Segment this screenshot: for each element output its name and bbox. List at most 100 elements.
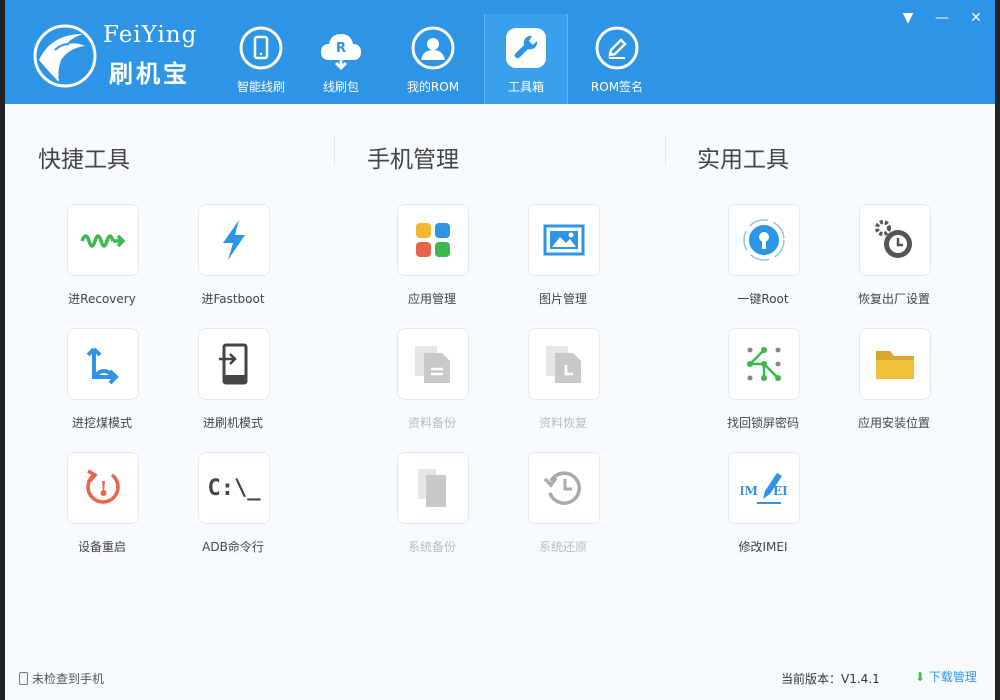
tool-image-manage[interactable]: 图片管理 [508, 204, 618, 314]
tool-label: 系统还原 [498, 538, 628, 555]
tool-data-restore[interactable]: 资料恢复 [508, 328, 618, 438]
tool-label: 修改IMEI [698, 538, 828, 555]
tool-icon-box [397, 204, 469, 276]
tool-icon-box [859, 204, 931, 276]
tool-label: 资料备份 [367, 414, 497, 431]
gear-clock-icon [872, 217, 918, 263]
download-icon: ⬇ [915, 670, 925, 684]
user-icon [409, 24, 457, 72]
nav-label: ROM签名 [575, 78, 659, 95]
app-logo: FeiYing 刷机宝 [31, 20, 231, 90]
nav-smart-flash[interactable]: 智能线刷 [219, 14, 303, 102]
nav-label: 我的ROM [391, 78, 475, 95]
tool-label: 恢复出厂设置 [829, 290, 959, 307]
wrench-icon [502, 24, 550, 72]
tool-label: 进Recovery [37, 290, 167, 307]
download-label: 下载管理 [929, 670, 977, 684]
tool-icon-box [198, 204, 270, 276]
nav-toolbox[interactable]: 工具箱 [484, 14, 568, 104]
arrow-icon [80, 341, 126, 387]
tool-label: 进刷机模式 [168, 414, 298, 431]
tool-label: 进Fastboot [168, 290, 298, 307]
tool-label: 应用安装位置 [829, 414, 959, 431]
nav-label: 工具箱 [485, 78, 567, 95]
tool-label: ADB命令行 [168, 538, 298, 555]
tool-lock-password[interactable]: 找回锁屏密码 [708, 328, 818, 438]
tool-label: 一键Root [698, 290, 828, 307]
nav-rom-sign[interactable]: ROM签名 [575, 14, 659, 102]
download-manager-link[interactable]: ⬇ 下载管理 [915, 668, 977, 685]
tool-icon-box [728, 328, 800, 400]
column-title-utilities: 实用工具 [697, 140, 789, 174]
column-title-quick-tools: 快捷工具 [38, 140, 130, 174]
imei-pen-icon: IM EI [741, 465, 787, 511]
minimize-button[interactable]: — [931, 8, 953, 28]
version-text: 当前版本：V1.4.1 [781, 670, 880, 687]
tool-reboot[interactable]: 设备重启 [47, 452, 157, 562]
system-backup-icon [410, 465, 456, 511]
tool-factory-reset[interactable]: 恢复出厂设置 [839, 204, 949, 314]
tool-label: 资料恢复 [498, 414, 628, 431]
tool-install-location[interactable]: 应用安装位置 [839, 328, 949, 438]
lightning-icon [211, 217, 257, 263]
nav-label: 线刷包 [299, 78, 383, 95]
phone-refresh-icon [237, 24, 285, 72]
nav-my-rom[interactable]: 我的ROM [391, 14, 475, 102]
svg-text:R: R [336, 41, 346, 56]
logo-text-en: FeiYing [103, 22, 197, 48]
tool-system-backup[interactable]: 系统备份 [377, 452, 487, 562]
tool-label: 图片管理 [498, 290, 628, 307]
tool-data-backup[interactable]: 资料备份 [377, 328, 487, 438]
folder-icon [872, 341, 918, 387]
restart-icon [80, 465, 126, 511]
tool-modify-imei[interactable]: IM EI 修改IMEI [708, 452, 818, 562]
tool-icon-box [67, 452, 139, 524]
tool-adb[interactable]: C:\_ ADB命令行 [178, 452, 288, 562]
column-divider [334, 136, 335, 166]
tool-flash-mode[interactable]: 进刷机模式 [178, 328, 288, 438]
tool-app-manage[interactable]: 应用管理 [377, 204, 487, 314]
tool-icon-box: C:\_ [198, 452, 270, 524]
device-status: 未检查到手机 [19, 670, 104, 687]
tool-icon-box [528, 204, 600, 276]
column-divider [665, 136, 666, 166]
app-window: FeiYing 刷机宝 智能线刷 R 线刷包 [5, 0, 995, 700]
document-backup-icon [410, 341, 456, 387]
menu-button[interactable]: ▼ [897, 8, 919, 28]
tool-one-key-root[interactable]: 一键Root [708, 204, 818, 314]
phone-icon [19, 672, 28, 685]
tool-fastboot[interactable]: 进Fastboot [178, 204, 288, 314]
tool-icon-box [198, 328, 270, 400]
history-icon [541, 465, 587, 511]
tool-label: 进挖煤模式 [37, 414, 167, 431]
tool-digging-mode[interactable]: 进挖煤模式 [47, 328, 157, 438]
tool-label: 应用管理 [367, 290, 497, 307]
pattern-lock-icon [741, 341, 787, 387]
image-icon [541, 217, 587, 263]
cloud-download-icon: R [317, 24, 365, 72]
apps-icon [410, 217, 456, 263]
close-button[interactable]: ✕ [965, 8, 987, 28]
phone-enter-icon [211, 341, 257, 387]
tool-icon-box [397, 328, 469, 400]
tool-icon-box: IM EI [728, 452, 800, 524]
tool-icon-box [67, 328, 139, 400]
document-restore-icon [541, 341, 587, 387]
tool-label: 找回锁屏密码 [698, 414, 828, 431]
nav-label: 智能线刷 [219, 78, 303, 95]
header-bar: FeiYing 刷机宝 智能线刷 R 线刷包 [5, 0, 995, 104]
tool-label: 系统备份 [367, 538, 497, 555]
tool-icon-box [397, 452, 469, 524]
logo-text-cn: 刷机宝 [109, 54, 190, 89]
terminal-icon: C:\_ [199, 476, 269, 501]
imei-text-left: IM [741, 484, 758, 498]
pen-icon [593, 24, 641, 72]
key-icon [741, 217, 787, 263]
tool-system-restore[interactable]: 系统还原 [508, 452, 618, 562]
tool-icon-box [528, 328, 600, 400]
tool-icon-box [859, 328, 931, 400]
tool-recovery[interactable]: 进Recovery [47, 204, 157, 314]
tool-label: 设备重启 [37, 538, 167, 555]
nav-flash-package[interactable]: R 线刷包 [299, 14, 383, 102]
tool-icon-box [67, 204, 139, 276]
